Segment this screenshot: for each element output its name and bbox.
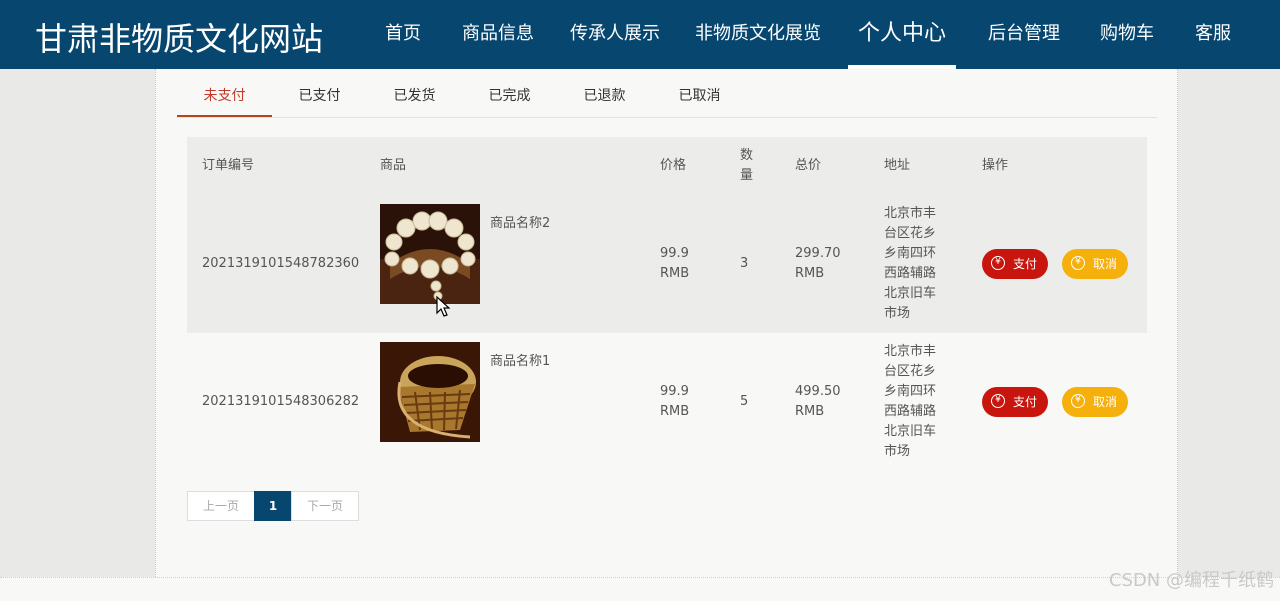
col-order-no: 订单编号 — [202, 158, 255, 173]
address-line: 北京旧车 — [884, 286, 937, 301]
order-table-header: 订单编号 商品 价格 数量 总价 地址 操作 — [187, 137, 1147, 195]
panel-border-left — [155, 69, 157, 577]
unit-price-currency: RMB — [660, 266, 690, 281]
site-title: 甘肃非物质文化网站 — [35, 20, 324, 58]
quantity: 3 — [740, 256, 749, 271]
product-name[interactable]: 商品名称2 — [490, 214, 550, 234]
product-image-bracelet[interactable] — [380, 204, 480, 304]
pay-button-label: 支付 — [1013, 395, 1038, 409]
tab-refunded[interactable]: 已退款 — [557, 76, 652, 116]
address-line: 北京旧车 — [884, 424, 937, 439]
yen-circle-icon: ¥ — [991, 256, 1005, 270]
prev-page-button[interactable]: 上一页 — [187, 491, 255, 521]
tab-completed[interactable]: 已完成 — [462, 76, 557, 116]
table-row: 2021319101548782360 商品名称2 99.9 RMB 3 299… — [187, 195, 1147, 333]
address-line: 北京市丰 — [884, 206, 937, 221]
total-price-value: 499.50 — [795, 384, 841, 399]
unit-price-currency: RMB — [660, 404, 690, 419]
total-price-currency: RMB — [795, 266, 825, 281]
col-quantity: 数量 — [740, 148, 754, 183]
address-line: 乡南四环 — [884, 246, 937, 261]
address-line: 乡南四环 — [884, 384, 937, 399]
order-status-tabs: 未支付 已支付 已发货 已完成 已退款 已取消 — [177, 76, 1157, 118]
shipping-address: 北京市丰 台区花乡 乡南四环 西路辅路 北京旧车 市场 — [884, 342, 936, 462]
col-total: 总价 — [795, 158, 822, 173]
pay-button[interactable]: ¥ 支付 — [982, 249, 1048, 279]
total-price: 499.50 RMB — [795, 382, 841, 422]
unit-price-value: 99.9 — [660, 246, 689, 261]
cancel-button[interactable]: ¥ 取消 — [1062, 387, 1128, 417]
unit-price: 99.9 RMB — [660, 244, 689, 284]
cancel-button[interactable]: ¥ 取消 — [1062, 249, 1128, 279]
col-address: 地址 — [884, 158, 911, 173]
tab-cancelled[interactable]: 已取消 — [652, 76, 747, 116]
address-line: 台区花乡 — [884, 364, 937, 379]
address-line: 市场 — [884, 306, 911, 321]
panel-border-right — [1177, 69, 1179, 577]
product-name[interactable]: 商品名称1 — [490, 352, 550, 372]
address-line: 台区花乡 — [884, 226, 937, 241]
unit-price: 99.9 RMB — [660, 382, 689, 422]
shipping-address: 北京市丰 台区花乡 乡南四环 西路辅路 北京旧车 市场 — [884, 204, 936, 324]
cancel-button-label: 取消 — [1093, 395, 1118, 409]
watermark: CSDN @编程千纸鹤 — [1108, 570, 1274, 591]
nav-item-personal-center-label: 个人中心 — [857, 21, 946, 46]
address-line: 市场 — [884, 444, 911, 459]
total-price-value: 299.70 — [795, 246, 841, 261]
next-page-button[interactable]: 下一页 — [291, 491, 359, 521]
total-price: 299.70 RMB — [795, 244, 841, 284]
mouse-cursor-icon — [436, 296, 450, 317]
address-line: 西路辅路 — [884, 266, 937, 281]
cancel-button-label: 取消 — [1093, 257, 1118, 271]
nav-item-personal-center[interactable]: 个人中心 — [848, 0, 956, 69]
site-header: 甘肃非物质文化网站 首页 商品信息 传承人展示 非物质文化展览 个人中心 后台管… — [0, 0, 1280, 69]
col-actions: 操作 — [982, 158, 1009, 173]
order-number: 2021319101548782360 — [202, 256, 360, 271]
unit-price-value: 99.9 — [660, 384, 689, 399]
pay-button[interactable]: ¥ 支付 — [982, 387, 1048, 417]
nav-item-inheritors[interactable]: 传承人展示 — [570, 0, 660, 69]
yen-circle-icon: ¥ — [1071, 256, 1085, 270]
quantity: 5 — [740, 394, 749, 409]
pay-button-label: 支付 — [1013, 257, 1038, 271]
nav-item-support[interactable]: 客服 — [1195, 0, 1231, 69]
yen-circle-icon: ¥ — [1071, 394, 1085, 408]
nav-item-home[interactable]: 首页 — [385, 0, 421, 69]
table-row: 2021319101548306282 商品名称1 99.9 RMB 5 499… — [187, 333, 1147, 471]
nav-item-admin[interactable]: 后台管理 — [988, 0, 1060, 69]
tab-paid[interactable]: 已支付 — [272, 76, 367, 116]
tab-unpaid[interactable]: 未支付 — [177, 76, 272, 117]
col-price: 价格 — [660, 158, 687, 173]
nav-item-cart[interactable]: 购物车 — [1100, 0, 1154, 69]
address-line: 西路辅路 — [884, 404, 937, 419]
address-line: 北京市丰 — [884, 344, 937, 359]
tab-shipped[interactable]: 已发货 — [367, 76, 462, 116]
yen-circle-icon: ¥ — [991, 394, 1005, 408]
total-price-currency: RMB — [795, 404, 825, 419]
nav-item-products[interactable]: 商品信息 — [462, 0, 534, 69]
col-product: 商品 — [380, 158, 407, 173]
nav-item-exhibition[interactable]: 非物质文化展览 — [695, 0, 821, 69]
order-number: 2021319101548306282 — [202, 394, 360, 409]
page-number-current[interactable]: 1 — [254, 491, 292, 521]
product-image-basket[interactable] — [380, 342, 480, 442]
footer-strip — [0, 577, 1280, 601]
